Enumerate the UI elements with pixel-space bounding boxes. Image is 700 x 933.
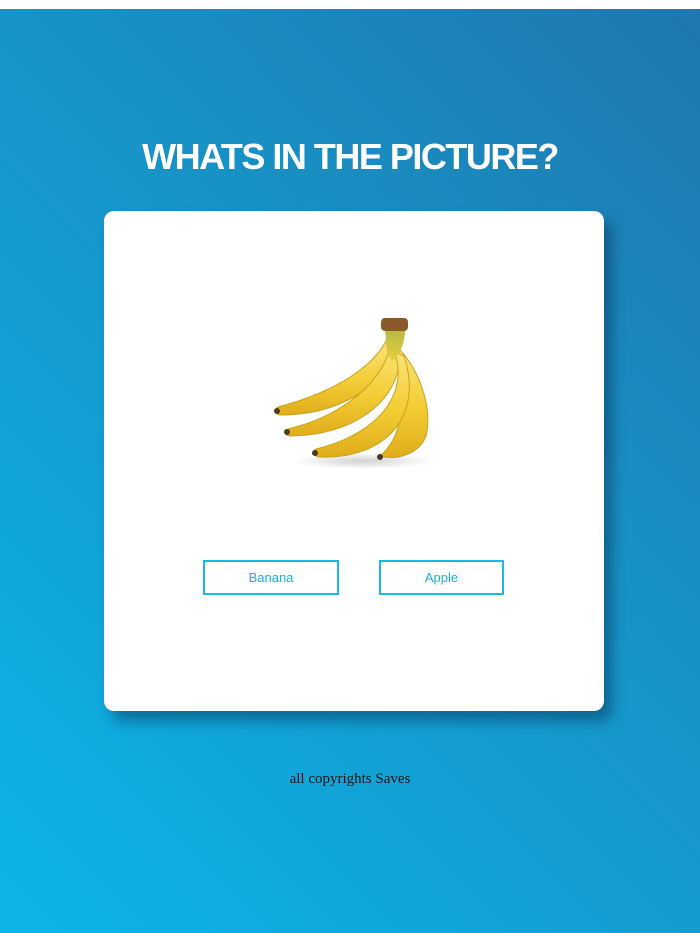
top-bar (0, 0, 700, 9)
footer-copyright: all copyrights Saves (289, 771, 411, 787)
quiz-card: Banana Apple (104, 211, 604, 711)
page-title: WHATS IN THE PICTURE? (142, 136, 559, 177)
answer-button-apple[interactable]: Apple (379, 560, 504, 595)
answer-button-banana[interactable]: Banana (203, 560, 339, 595)
banana-image (274, 318, 433, 469)
